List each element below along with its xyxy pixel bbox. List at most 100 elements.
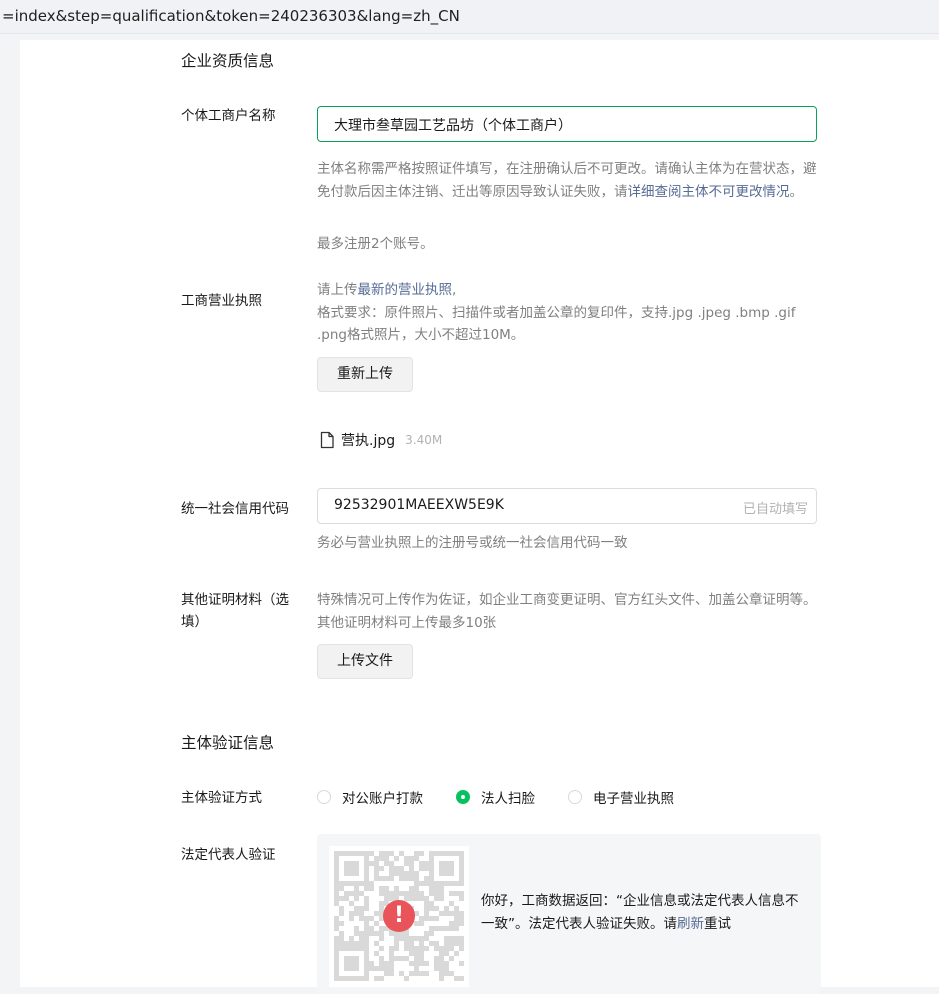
qr-module: [409, 886, 414, 891]
qr-module: [379, 956, 384, 961]
qr-module: [424, 916, 429, 921]
section-title-qualification: 企业资质信息: [181, 52, 275, 70]
qr-module: [454, 926, 459, 931]
qr-module: [459, 941, 464, 946]
qr-module: [439, 961, 444, 966]
qr-module: [379, 931, 384, 936]
qr-module: [419, 936, 424, 941]
qr-module: [364, 931, 369, 936]
radio-face-scan[interactable]: 法人扫脸: [456, 787, 535, 807]
url-text: =index&step=qualification&token=24023630…: [2, 7, 460, 25]
radio-label: 法人扫脸: [481, 791, 535, 807]
qr-module: [424, 861, 429, 866]
qr-module: [389, 876, 394, 881]
radio-circle-checked[interactable]: [456, 790, 470, 804]
qr-module: [429, 941, 434, 946]
qr-module: [394, 866, 399, 871]
license-label: 工商营业执照: [181, 293, 262, 309]
qr-module: [379, 946, 384, 951]
qr-module: [404, 936, 409, 941]
qr-module: [399, 871, 404, 876]
qr-module: [454, 936, 459, 941]
qr-module: [339, 936, 344, 941]
qr-module: [404, 946, 409, 951]
radio-circle[interactable]: [568, 790, 582, 804]
qr-module: [394, 941, 399, 946]
qr-module: [414, 871, 419, 876]
other-docs-label: 其他证明材料（选填）: [181, 592, 289, 630]
business-name-value: 大理市叁草园工艺品坊（个体工商户）: [334, 118, 572, 134]
qr-module: [409, 876, 414, 881]
qr-module: [404, 861, 409, 866]
qr-module: [364, 906, 369, 911]
name-rules-link[interactable]: 详细查阅主体不可更改情况: [628, 184, 790, 200]
qr-module: [359, 891, 364, 896]
qr-module: [369, 961, 374, 966]
qr-module: [414, 896, 419, 901]
refresh-link[interactable]: 刷新: [677, 916, 704, 932]
qr-module: [424, 971, 429, 976]
qr-module: [459, 961, 464, 966]
qr-module: [369, 931, 374, 936]
qr-module: [349, 891, 354, 896]
qr-module: [429, 891, 434, 896]
radio-circle[interactable]: [317, 790, 331, 804]
uploaded-file[interactable]: 营执.jpg 3.40M: [319, 430, 442, 450]
qr-module: [334, 921, 339, 926]
qr-module: [384, 876, 389, 881]
license-hint-prefix: 请上传: [317, 282, 358, 298]
qr-module: [359, 906, 364, 911]
qr-module: [404, 891, 409, 896]
qr-module: [404, 876, 409, 881]
qr-module: [354, 886, 359, 891]
radio-label: 对公账户打款: [342, 791, 423, 807]
business-name-input[interactable]: 大理市叁草园工艺品坊（个体工商户）: [317, 106, 817, 142]
radio-bank-transfer[interactable]: 对公账户打款: [317, 787, 423, 807]
qr-module: [419, 951, 424, 956]
qr-module: [449, 971, 454, 976]
qr-module: [414, 936, 419, 941]
qr-module: [414, 891, 419, 896]
upload-file-button[interactable]: 上传文件: [317, 644, 413, 679]
qr-module: [384, 861, 389, 866]
qr-module: [444, 951, 449, 956]
qr-module: [379, 856, 384, 861]
qr-module: [349, 916, 354, 921]
qr-module: [369, 926, 374, 931]
qr-module: [454, 941, 459, 946]
qr-module: [369, 916, 374, 921]
qr-module: [399, 891, 404, 896]
qr-module: [374, 876, 379, 881]
qr-module: [424, 876, 429, 881]
qr-module: [389, 971, 394, 976]
qr-module: [364, 936, 369, 941]
verify-message-text: 你好，工商数据返回：“企业信息或法定代表人信息不一致”。法定代表人验证失败。请: [481, 893, 799, 932]
qr-module: [429, 906, 434, 911]
qr-module: [374, 931, 379, 936]
qr-finder-inner: [344, 956, 359, 971]
radio-e-license[interactable]: 电子营业执照: [568, 787, 674, 807]
qr-module: [364, 916, 369, 921]
qr-module: [454, 891, 459, 896]
qr-module: [379, 886, 384, 891]
qr-module: [449, 921, 454, 926]
qr-module: [379, 976, 384, 981]
qr-module: [384, 886, 389, 891]
section-title-verification: 主体验证信息: [181, 734, 275, 752]
qr-module: [404, 856, 409, 861]
reupload-button[interactable]: 重新上传: [317, 357, 413, 392]
qr-module: [409, 936, 414, 941]
qr-module: [384, 971, 389, 976]
qr-module: [419, 941, 424, 946]
qr-module: [369, 966, 374, 971]
verify-method-label: 主体验证方式: [181, 790, 262, 806]
qr-module: [419, 896, 424, 901]
qr-module: [434, 896, 439, 901]
qr-module: [364, 886, 369, 891]
qr-module: [389, 951, 394, 956]
latest-license-link[interactable]: 最新的营业执照: [358, 282, 453, 298]
credit-code-input[interactable]: 92532901MAEEXW5E9K 已自动填写: [317, 488, 817, 524]
qr-module: [434, 906, 439, 911]
address-bar[interactable]: =index&step=qualification&token=24023630…: [0, 0, 939, 34]
qr-module: [439, 946, 444, 951]
